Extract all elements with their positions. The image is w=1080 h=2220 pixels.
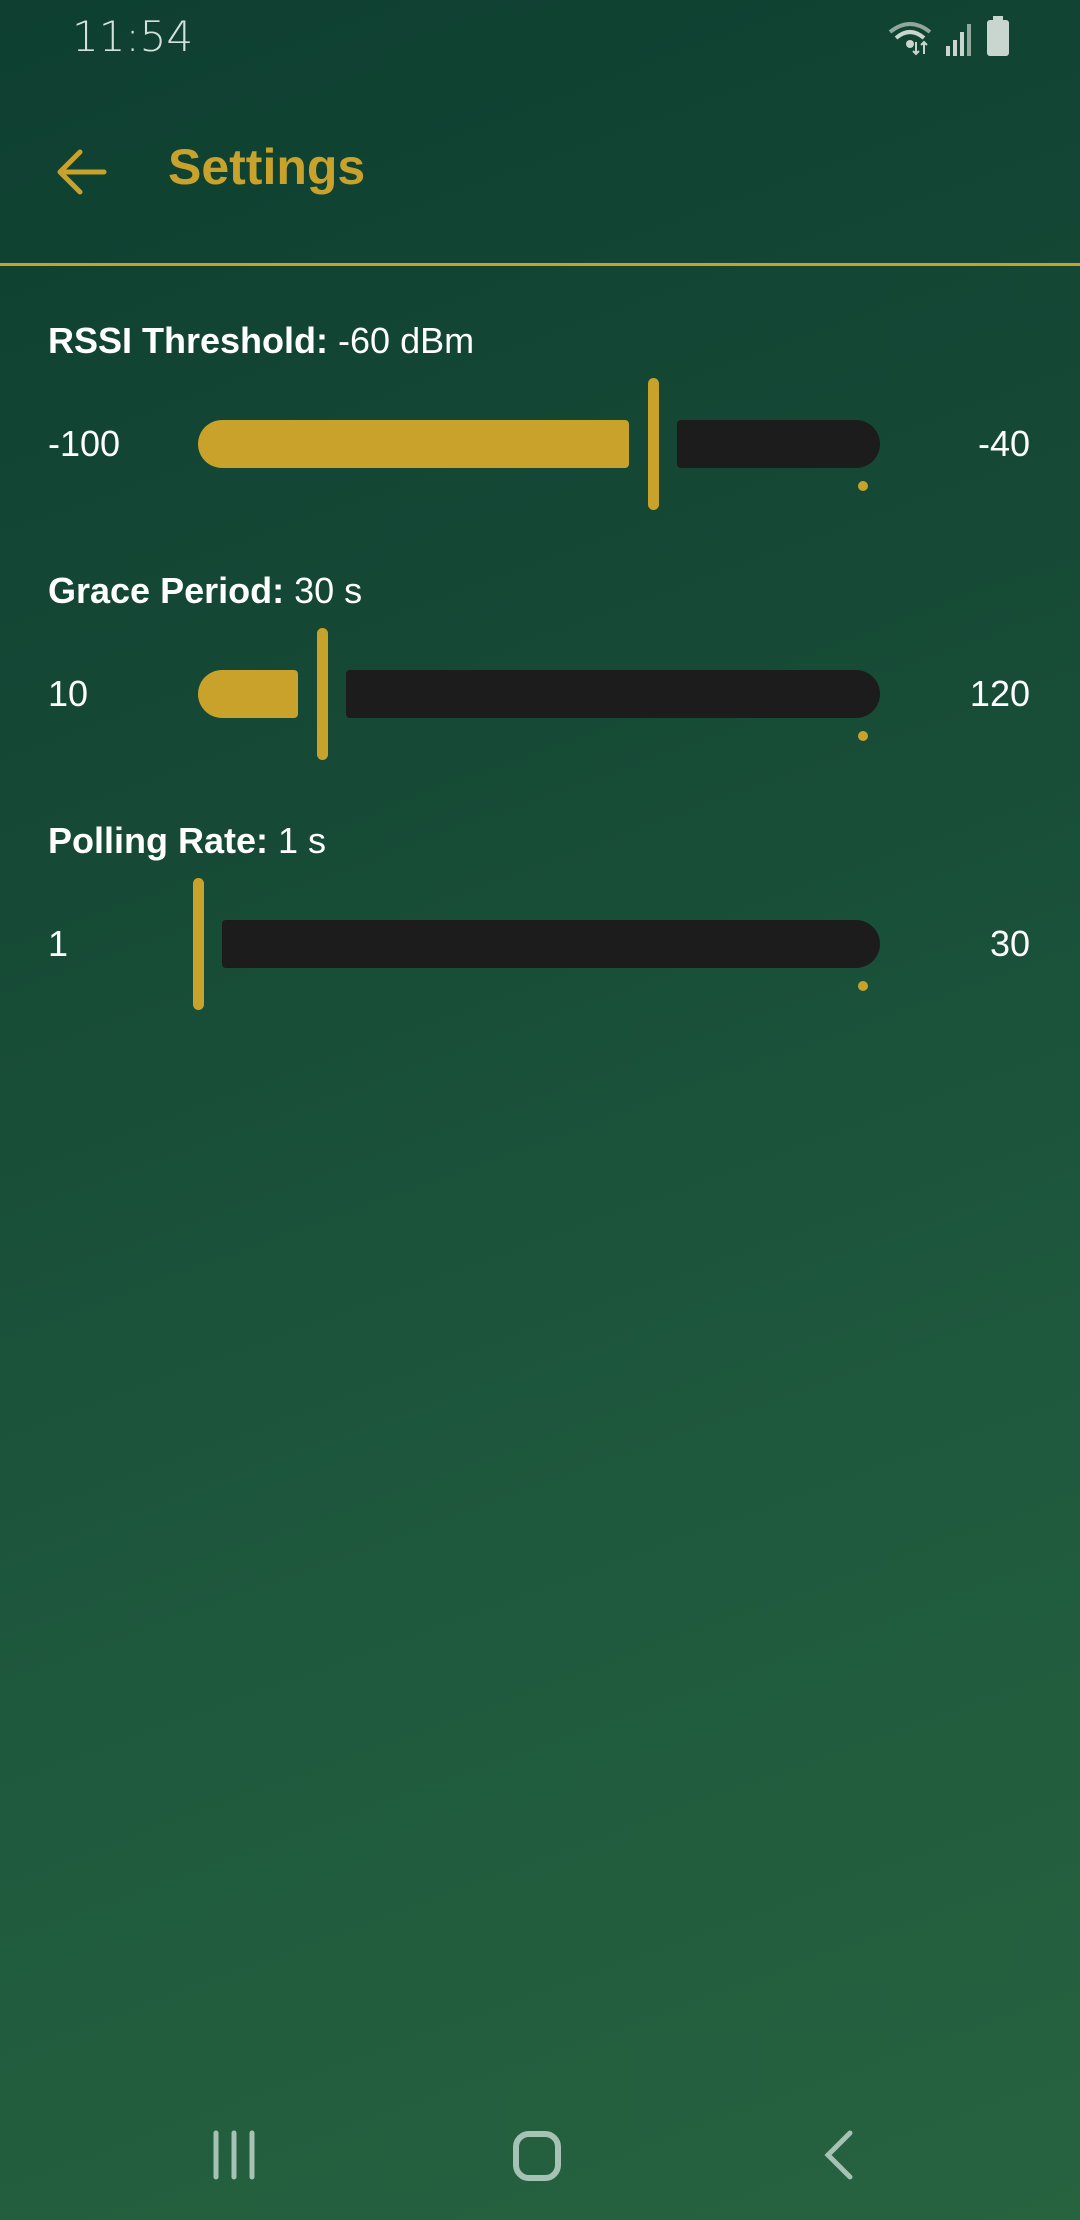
setting-row: Grace Period: 30 s 10 120 (0, 570, 1080, 820)
setting-label: Grace Period: 30 s (48, 570, 362, 612)
slider-min-label: 10 (48, 673, 89, 714)
setting-label: RSSI Threshold: -60 dBm (48, 320, 474, 362)
slider-inactive-track[interactable] (222, 920, 880, 991)
setting-name: RSSI Threshold: (48, 320, 329, 361)
slider-inactive-track[interactable] (676, 420, 880, 491)
setting-row: Polling Rate: 1 s 1 30 (0, 820, 1080, 1070)
slider-handle[interactable] (193, 878, 204, 1010)
slider-max-label: 30 (989, 923, 1030, 964)
battery-icon (987, 16, 1009, 56)
wifi-icon (888, 22, 932, 56)
setting-row: RSSI Threshold: -60 dBm -100 -40 (0, 320, 1080, 570)
slider[interactable] (198, 628, 880, 760)
signal-icon (946, 24, 971, 56)
slider-stop-indicator (858, 481, 868, 491)
slider-inactive-track[interactable] (346, 670, 880, 741)
status-time: 11:54 (72, 12, 194, 61)
slider-active-track (198, 420, 629, 468)
back-icon[interactable] (822, 2130, 856, 2185)
slider[interactable] (193, 878, 880, 1010)
nav-bar (0, 2090, 1080, 2220)
slider-stop-indicator (858, 731, 868, 741)
slider-min-label: 1 (48, 923, 69, 964)
slider-handle[interactable] (317, 628, 328, 760)
app-bar: Settings (0, 72, 1080, 264)
setting-value: -60 dBm (338, 320, 475, 361)
slider[interactable] (198, 378, 880, 510)
page-title: Settings (168, 139, 366, 195)
home-icon[interactable] (512, 2130, 562, 2187)
setting-name: Grace Period: (48, 570, 285, 611)
slider-active-track (198, 670, 298, 718)
slider-handle[interactable] (647, 378, 659, 510)
divider (0, 263, 1080, 266)
slider-stop-indicator (858, 981, 868, 991)
slider-max-label: -40 (977, 423, 1030, 464)
status-bar: 11:54 (0, 0, 1080, 72)
setting-value: 1 s (278, 820, 327, 861)
recents-icon[interactable] (212, 2130, 256, 2185)
slider-min-label: -100 (48, 423, 121, 464)
arrow-left-icon[interactable] (52, 142, 112, 202)
slider-max-label: 120 (969, 673, 1030, 714)
setting-name: Polling Rate: (48, 820, 269, 861)
setting-value: 30 s (294, 570, 363, 611)
setting-label: Polling Rate: 1 s (48, 820, 326, 862)
